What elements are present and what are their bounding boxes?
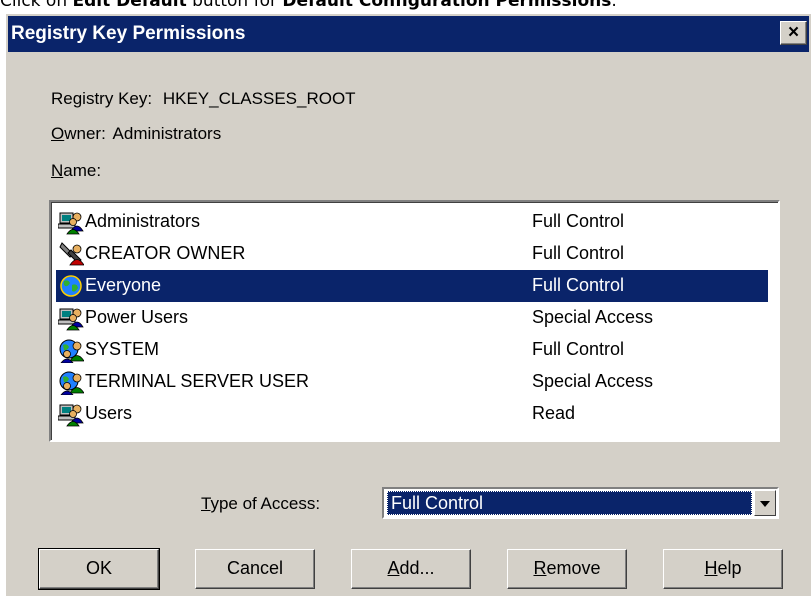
remove-button-label: emove: [546, 558, 601, 578]
creator-owner-icon: [58, 241, 85, 267]
owner-line: Owner: Administrators: [51, 124, 221, 144]
instruction-caption: Click on Edit Default button for Default…: [0, 0, 811, 11]
help-button-accesskey: H: [704, 558, 718, 578]
name-label-accesskey: N: [51, 161, 64, 180]
list-item[interactable]: SYSTEM Full Control: [56, 334, 768, 366]
group-icon: [57, 305, 84, 331]
globe-icon: [58, 273, 84, 299]
owner-label: wner:: [64, 124, 106, 143]
registry-key-permissions-dialog: Registry Key Permissions × Registry Key:…: [5, 13, 811, 596]
owner-value: Administrators: [112, 124, 222, 143]
registry-key-label: Registry Key:: [51, 89, 153, 108]
entry-name: Users: [85, 403, 133, 423]
dialog-title: Registry Key Permissions: [11, 23, 246, 44]
type-of-access-label-rest: ype of Access:: [210, 494, 321, 513]
entry-name: TERMINAL SERVER USER: [85, 371, 310, 391]
name-label-rest: ame:: [63, 161, 102, 180]
chevron-down-icon[interactable]: [754, 490, 776, 516]
add-button-accesskey: A: [387, 558, 400, 578]
add-button-label: dd...: [399, 558, 435, 578]
list-item[interactable]: TERMINAL SERVER USER Special Access: [56, 366, 768, 398]
help-button-label: elp: [717, 558, 742, 578]
name-label: Name:: [51, 161, 101, 181]
caption-suffix: .: [611, 0, 617, 11]
owner-label-accesskey: O: [51, 124, 65, 143]
list-item[interactable]: Users Read: [56, 398, 768, 430]
list-item[interactable]: Administrators Full Control: [56, 206, 768, 238]
title-bar[interactable]: Registry Key Permissions ×: [8, 16, 809, 52]
help-button[interactable]: Help: [663, 549, 783, 589]
remove-button-accesskey: R: [533, 558, 547, 578]
cancel-button[interactable]: Cancel: [195, 549, 315, 589]
system-group-icon: [58, 337, 85, 364]
close-icon: ×: [787, 22, 800, 43]
cancel-button-label: Cancel: [226, 558, 284, 578]
list-item[interactable]: CREATOR OWNER Full Control: [56, 238, 768, 270]
system-group-icon: [58, 369, 85, 396]
remove-button[interactable]: Remove: [507, 549, 627, 589]
entry-access: Full Control: [532, 275, 625, 295]
registry-key-value: HKEY_CLASSES_ROOT: [162, 89, 356, 108]
entry-access: Special Access: [532, 307, 654, 327]
entry-name: SYSTEM: [85, 339, 160, 359]
entry-name: Everyone: [85, 275, 162, 295]
close-button[interactable]: ×: [780, 21, 807, 45]
entry-access: Full Control: [532, 211, 625, 231]
list-item-selected[interactable]: Everyone Full Control: [56, 270, 768, 302]
entry-name: Administrators: [85, 211, 201, 231]
group-icon: [57, 209, 84, 235]
type-of-access-value: Full Control: [387, 491, 752, 515]
type-of-access-select[interactable]: Full Control: [382, 487, 779, 519]
entry-access: Full Control: [532, 339, 625, 359]
permissions-list[interactable]: Administrators Full Control CREATOR OWNE…: [49, 200, 780, 442]
caption-prefix: Click on: [0, 0, 73, 11]
caption-bold-default-config: Default Configuration Permissions: [282, 0, 612, 11]
type-of-access-label: Type of Access:: [201, 494, 320, 514]
list-item[interactable]: Power Users Special Access: [56, 302, 768, 334]
entry-name: CREATOR OWNER: [85, 243, 246, 263]
ok-button[interactable]: OK: [38, 548, 160, 590]
add-button[interactable]: Add...: [351, 549, 471, 589]
registry-key-line: Registry Key: HKEY_CLASSES_ROOT: [51, 89, 356, 109]
entry-access: Read: [532, 403, 576, 423]
entry-access: Full Control: [532, 243, 625, 263]
caption-bold-edit-default: Edit Default: [72, 0, 187, 11]
ok-button-label: OK: [85, 558, 112, 578]
entry-access: Special Access: [532, 371, 654, 391]
group-icon: [57, 401, 84, 427]
caption-middle: button for: [186, 0, 283, 11]
entry-name: Power Users: [85, 307, 189, 327]
